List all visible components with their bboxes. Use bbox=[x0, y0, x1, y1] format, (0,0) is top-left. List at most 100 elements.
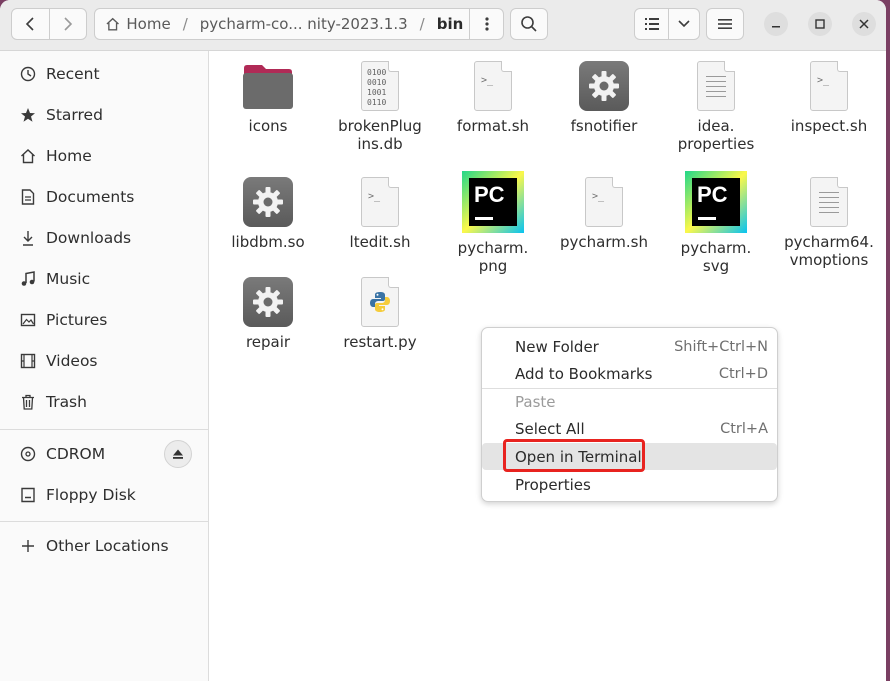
file-item[interactable]: >_ format.sh bbox=[438, 59, 548, 135]
binary-file-icon: 0100 0010 1001 0110 bbox=[325, 59, 435, 113]
view-options-group bbox=[634, 8, 700, 40]
disc-icon bbox=[18, 446, 38, 462]
menu-item-label: Add to Bookmarks bbox=[515, 364, 653, 383]
eject-button[interactable] bbox=[164, 440, 192, 468]
path-menu-button[interactable] bbox=[469, 9, 503, 39]
sidebar-item-label: CDROM bbox=[46, 445, 106, 463]
file-item[interactable]: restart.py bbox=[325, 275, 435, 351]
clock-icon bbox=[18, 66, 38, 82]
minimize-button[interactable] bbox=[764, 12, 788, 36]
sidebar-item-documents[interactable]: Documents bbox=[0, 179, 208, 215]
gear-icon bbox=[213, 175, 323, 229]
sidebar-item-starred[interactable]: Starred bbox=[0, 97, 208, 133]
maximize-icon bbox=[815, 19, 825, 29]
search-icon bbox=[521, 16, 537, 32]
kebab-menu-icon bbox=[485, 17, 489, 31]
sidebar: Recent Starred Home Documents Downloads … bbox=[0, 51, 209, 681]
home-icon bbox=[18, 148, 38, 164]
menu-item-properties[interactable]: Properties bbox=[488, 471, 771, 498]
gear-icon bbox=[549, 59, 659, 113]
sidebar-item-other-locations[interactable]: Other Locations bbox=[0, 528, 208, 564]
file-name: libdbm.so bbox=[231, 233, 305, 251]
file-item[interactable]: PC pycharm. png bbox=[438, 169, 548, 275]
file-name: pycharm. svg bbox=[680, 239, 752, 275]
breadcrumb-project[interactable]: pycharm-co... nity-2023.1.3 bbox=[194, 15, 414, 33]
pycharm-icon: PC bbox=[661, 169, 771, 235]
menu-item-new-folder[interactable]: New Folder Shift+Ctrl+N bbox=[488, 333, 771, 360]
menu-item-select-all[interactable]: Select All Ctrl+A bbox=[488, 415, 771, 442]
search-button[interactable] bbox=[510, 8, 548, 40]
sidebar-item-label: Documents bbox=[46, 188, 135, 206]
forward-button[interactable] bbox=[48, 9, 87, 39]
sidebar-item-floppy-disk[interactable]: Floppy Disk bbox=[0, 477, 208, 513]
file-item[interactable]: >_ inspect.sh bbox=[774, 59, 884, 135]
file-name: inspect.sh bbox=[790, 117, 868, 135]
menu-item-add-to-bookmarks[interactable]: Add to Bookmarks Ctrl+D bbox=[488, 360, 771, 387]
file-name: restart.py bbox=[343, 333, 417, 351]
sidebar-item-downloads[interactable]: Downloads bbox=[0, 220, 208, 256]
sidebar-item-cdrom[interactable]: CDROM bbox=[0, 436, 208, 472]
script-file-icon: >_ bbox=[438, 59, 548, 113]
text-file-icon bbox=[774, 175, 884, 229]
breadcrumb-current[interactable]: bin bbox=[431, 15, 470, 33]
file-item[interactable]: PC pycharm. svg bbox=[661, 169, 771, 275]
path-bar: Home / pycharm-co... nity-2023.1.3 / bin bbox=[94, 8, 504, 40]
file-item[interactable]: 0100 0010 1001 0110 brokenPlug ins.db bbox=[325, 59, 435, 153]
picture-icon bbox=[18, 312, 38, 328]
breadcrumb-home[interactable]: Home bbox=[120, 15, 176, 33]
header-bar: Home / pycharm-co... nity-2023.1.3 / bin bbox=[0, 0, 886, 51]
file-item[interactable]: icons bbox=[213, 59, 323, 135]
pycharm-icon: PC bbox=[438, 169, 548, 235]
sidebar-item-pictures[interactable]: Pictures bbox=[0, 302, 208, 338]
chevron-left-icon bbox=[26, 17, 34, 31]
file-name: ltedit.sh bbox=[349, 233, 411, 251]
video-icon bbox=[18, 353, 38, 369]
text-file-icon bbox=[661, 59, 771, 113]
list-view-button[interactable] bbox=[635, 9, 670, 39]
file-name: repair bbox=[245, 333, 291, 351]
chevron-right-icon bbox=[64, 17, 72, 31]
music-icon bbox=[18, 271, 38, 287]
script-file-icon: >_ bbox=[325, 175, 435, 229]
script-file-icon: >_ bbox=[549, 175, 659, 229]
sidebar-item-music[interactable]: Music bbox=[0, 261, 208, 297]
sidebar-item-recent[interactable]: Recent bbox=[0, 56, 208, 92]
file-item[interactable]: libdbm.so bbox=[213, 175, 323, 251]
sidebar-item-trash[interactable]: Trash bbox=[0, 384, 208, 420]
navigation-buttons bbox=[11, 8, 87, 40]
file-item[interactable]: fsnotifier bbox=[549, 59, 659, 135]
menu-item-shortcut: Ctrl+A bbox=[720, 420, 768, 437]
close-icon bbox=[859, 19, 869, 29]
file-name: pycharm. png bbox=[457, 239, 529, 275]
view-dropdown-button[interactable] bbox=[669, 9, 699, 39]
file-item[interactable]: >_ pycharm.sh bbox=[549, 175, 659, 251]
back-button[interactable] bbox=[12, 9, 49, 39]
sidebar-item-label: Recent bbox=[46, 65, 100, 83]
trash-icon bbox=[18, 394, 38, 410]
maximize-button[interactable] bbox=[808, 12, 832, 36]
file-item[interactable]: repair bbox=[213, 275, 323, 351]
sidebar-divider bbox=[0, 429, 208, 430]
sidebar-item-videos[interactable]: Videos bbox=[0, 343, 208, 379]
breadcrumb-separator: / bbox=[182, 15, 188, 33]
folder-icon bbox=[213, 59, 323, 113]
eject-icon bbox=[173, 449, 183, 459]
sidebar-item-label: Home bbox=[46, 147, 92, 165]
document-icon bbox=[18, 189, 38, 205]
file-item[interactable]: pycharm64. vmoptions bbox=[774, 175, 884, 269]
gear-icon bbox=[213, 275, 323, 329]
close-button[interactable] bbox=[852, 12, 876, 36]
file-item[interactable]: idea. properties bbox=[661, 59, 771, 153]
drive-icon bbox=[18, 487, 38, 503]
annotation-highlight-box bbox=[503, 439, 645, 472]
chevron-down-icon bbox=[678, 20, 690, 28]
file-item[interactable]: >_ ltedit.sh bbox=[325, 175, 435, 251]
menu-item-shortcut: Shift+Ctrl+N bbox=[674, 338, 768, 355]
hamburger-menu-icon bbox=[718, 19, 732, 29]
sidebar-item-label: Trash bbox=[46, 393, 87, 411]
sidebar-item-home[interactable]: Home bbox=[0, 138, 208, 174]
main-menu-button[interactable] bbox=[706, 8, 744, 40]
download-icon bbox=[18, 230, 38, 246]
menu-item-label: Select All bbox=[515, 419, 585, 438]
context-menu: New Folder Shift+Ctrl+N Add to Bookmarks… bbox=[481, 327, 778, 502]
